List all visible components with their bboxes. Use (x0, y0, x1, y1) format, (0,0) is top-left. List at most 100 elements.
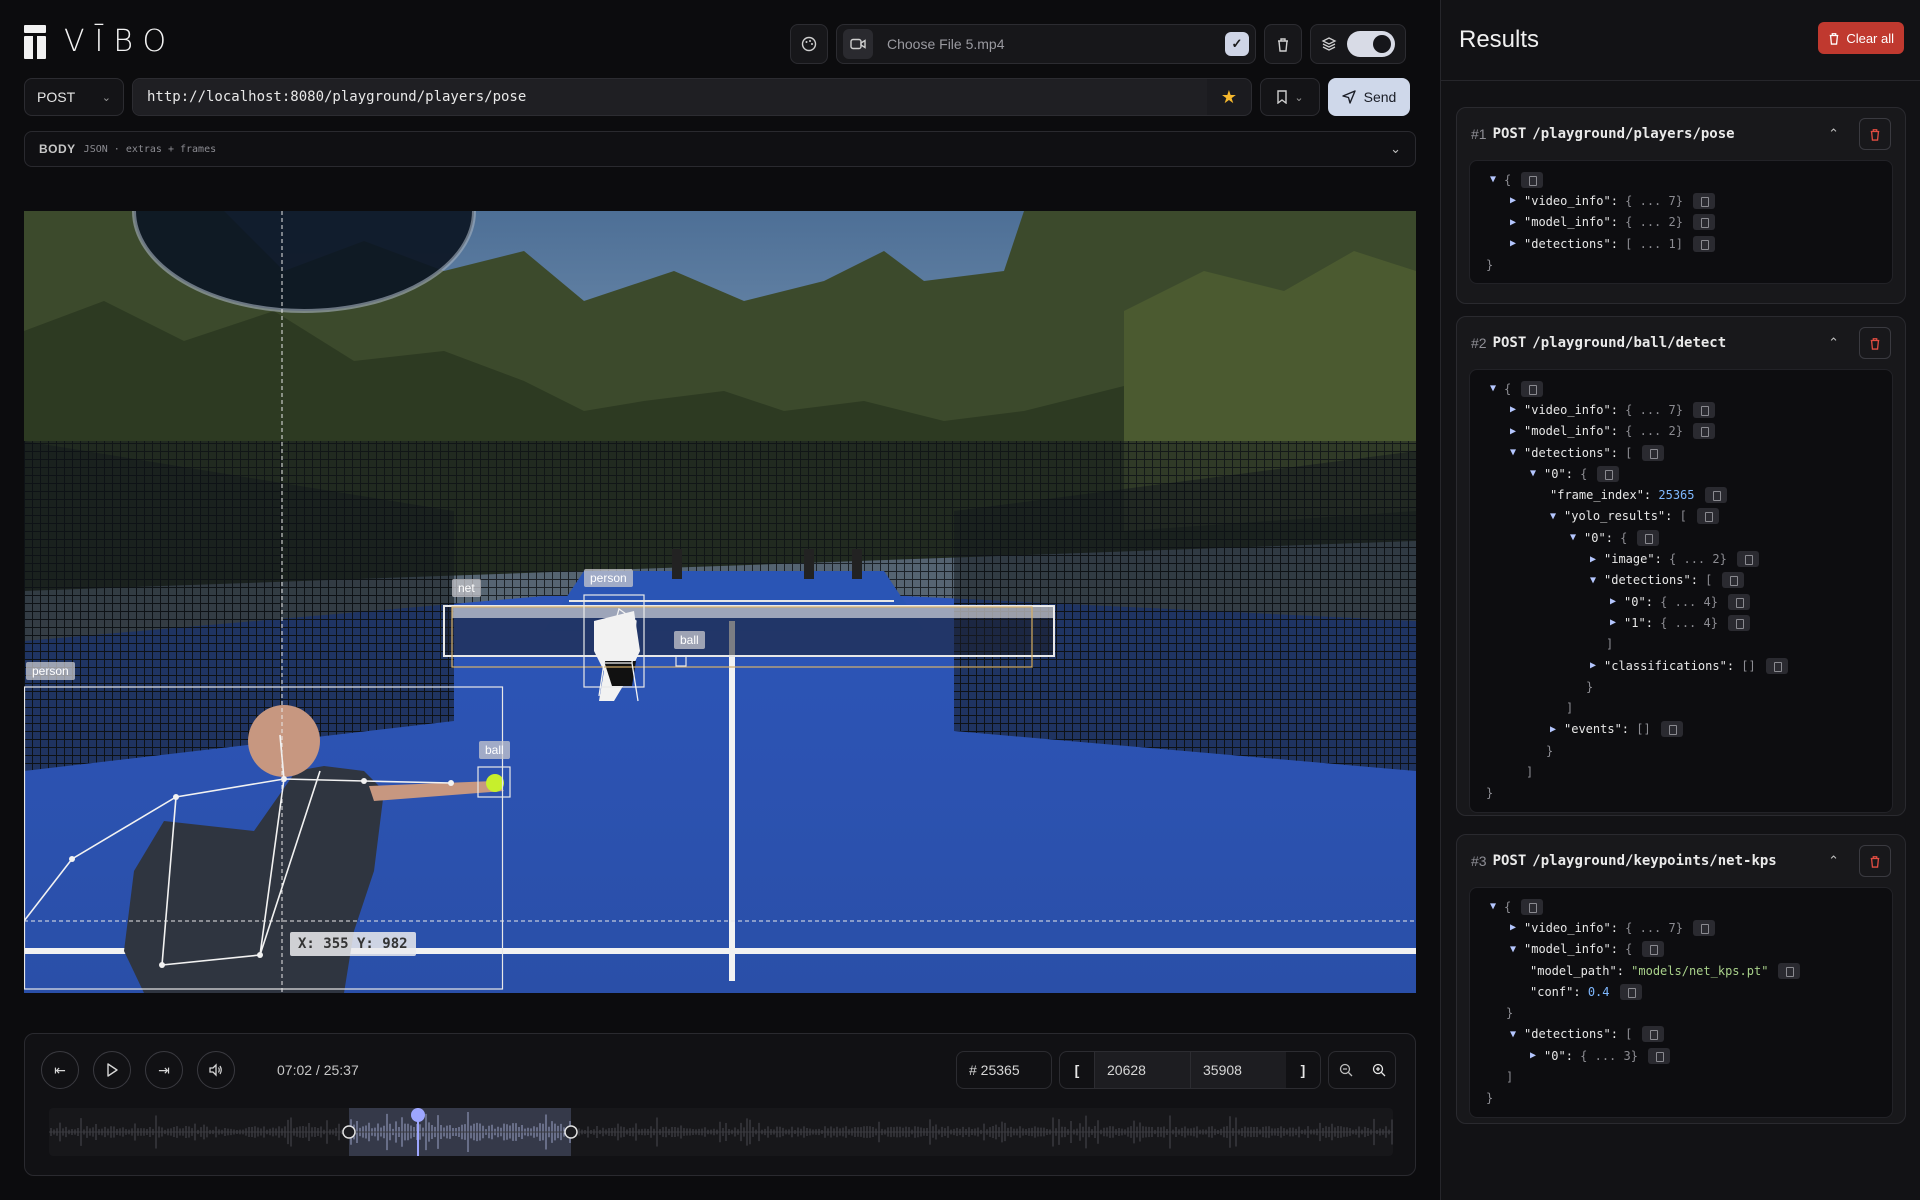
send-icon (1341, 90, 1356, 104)
delete-result-button[interactable] (1859, 327, 1891, 359)
file-picker[interactable]: Choose File 5.mp4 ✓ (836, 24, 1256, 64)
layers-icon (1321, 37, 1337, 51)
timeline-waveform[interactable] (49, 1108, 1393, 1156)
result-card-1: #1 POST /playground/players/pose ⌃ ▼{ ▶ "… (1456, 107, 1906, 304)
detection-label-ball-near: ball (479, 741, 510, 759)
body-subtitle: JSON · extras + frames (83, 143, 217, 155)
result-path: /playground/keypoints/net-kps (1532, 853, 1777, 869)
delete-file-button[interactable] (1264, 24, 1302, 64)
results-panel: Results Clear all #1 POST /playground/pl… (1440, 0, 1920, 1200)
copy-icon[interactable] (1642, 941, 1665, 958)
json-tree: ▼{ ▶ "video_info": { ... 7} ▶ "model_info"… (1469, 160, 1893, 285)
main-pane: VĪBO Choose File 5.mp4 ✓ POST ⌄ http://l… (0, 0, 1440, 1200)
star-icon[interactable]: ★ (1207, 87, 1251, 108)
overlay-toggle[interactable] (1347, 31, 1395, 57)
result-card-3: #3 POST /playground/keypoints/net-kps ⌃ … (1456, 834, 1906, 1124)
copy-icon[interactable] (1637, 529, 1660, 546)
trash-icon (1870, 855, 1880, 868)
method-select[interactable]: POST ⌄ (24, 78, 124, 116)
copy-icon[interactable] (1619, 983, 1642, 1000)
frame-range: [ 20628 35908 ] (1059, 1051, 1321, 1089)
copy-icon[interactable] (1647, 1047, 1670, 1064)
chevron-down-icon: ⌄ (1390, 141, 1401, 156)
chevron-up-icon[interactable]: ⌃ (1828, 126, 1839, 142)
method-value: POST (37, 89, 76, 105)
result-path: /playground/ball/detect (1532, 335, 1727, 351)
send-button[interactable]: Send (1328, 78, 1410, 116)
palette-button[interactable] (790, 24, 828, 64)
delete-result-button[interactable] (1859, 845, 1891, 877)
video-camera-icon (843, 29, 873, 59)
copy-icon[interactable] (1642, 1026, 1665, 1043)
zoom-out-icon[interactable] (1339, 1063, 1353, 1077)
frame-number-input[interactable]: # 25365 (956, 1051, 1052, 1089)
video-canvas[interactable]: person ball net person ball X: 355 Y: 98… (24, 211, 1416, 993)
send-label: Send (1363, 89, 1397, 105)
copy-icon[interactable] (1722, 572, 1745, 589)
step-forward-icon: ⇥ (158, 1061, 170, 1078)
result-method: POST (1492, 126, 1527, 142)
result-number: #2 (1471, 335, 1487, 351)
step-back-icon: ⇤ (54, 1061, 66, 1078)
play-button[interactable] (93, 1051, 131, 1089)
chevron-up-icon[interactable]: ⌃ (1828, 335, 1839, 351)
copy-icon[interactable] (1736, 551, 1759, 568)
range-open-bracket-button[interactable]: [ (1060, 1062, 1094, 1078)
copy-icon[interactable] (1692, 423, 1715, 440)
delete-result-button[interactable] (1859, 118, 1891, 150)
result-card-header[interactable]: #1 POST /playground/players/pose ⌃ (1457, 108, 1905, 160)
range-start-input[interactable]: 20628 (1094, 1052, 1190, 1088)
copy-icon[interactable] (1692, 401, 1715, 418)
zoom-controls (1328, 1051, 1396, 1089)
copy-icon[interactable] (1765, 657, 1788, 674)
copy-icon[interactable] (1778, 962, 1801, 979)
copy-icon[interactable] (1692, 192, 1715, 209)
copy-icon[interactable] (1521, 171, 1544, 188)
copy-icon[interactable] (1692, 919, 1715, 936)
body-section-toggle[interactable]: BODY JSON · extras + frames ⌄ (24, 131, 1416, 167)
copy-icon[interactable] (1704, 487, 1727, 504)
chevron-down-icon: ⌄ (101, 91, 111, 104)
trash-icon (1830, 32, 1839, 45)
copy-icon[interactable] (1597, 465, 1620, 482)
step-back-button[interactable]: ⇤ (41, 1051, 79, 1089)
detection-label-net: net (452, 579, 481, 597)
copy-icon[interactable] (1521, 380, 1544, 397)
url-value: http://localhost:8080/playground/players… (133, 79, 1207, 115)
copy-icon[interactable] (1642, 444, 1665, 461)
copy-icon[interactable] (1727, 614, 1750, 631)
range-end-input[interactable]: 35908 (1190, 1052, 1286, 1088)
result-card-header[interactable]: #2 POST /playground/ball/detect ⌃ (1457, 317, 1905, 369)
bookmark-button[interactable]: ⌄ (1260, 78, 1320, 116)
step-forward-button[interactable]: ⇥ (145, 1051, 183, 1089)
json-tree: ▼{ ▶ "video_info": { ... 7} ▶ "model_info"… (1469, 369, 1893, 813)
copy-icon[interactable] (1696, 508, 1719, 525)
copy-icon[interactable] (1660, 721, 1683, 738)
range-close-bracket-button[interactable]: ] (1286, 1062, 1320, 1078)
result-path: /playground/players/pose (1532, 126, 1735, 142)
results-title: Results (1459, 26, 1540, 53)
result-card-header[interactable]: #3 POST /playground/keypoints/net-kps ⌃ (1457, 835, 1905, 887)
check-icon[interactable]: ✓ (1225, 32, 1249, 56)
cursor-coordinates: X: 355 Y: 982 (290, 932, 416, 956)
json-tree: ▼{ ▶ "video_info": { ... 7} ▼ "model_info"… (1469, 887, 1893, 1118)
waveform-graphic (49, 1108, 1393, 1156)
clear-all-button[interactable]: Clear all (1818, 22, 1904, 54)
chevron-down-icon: ⌄ (1294, 91, 1304, 104)
logo-mark-icon (24, 24, 46, 59)
top-toolbar: Choose File 5.mp4 ✓ (790, 24, 1406, 64)
detection-label-person-near: person (26, 662, 75, 680)
copy-icon[interactable] (1692, 235, 1715, 252)
volume-button[interactable] (197, 1051, 235, 1089)
bookmark-icon (1277, 90, 1288, 104)
zoom-in-icon[interactable] (1372, 1063, 1386, 1077)
chevron-up-icon[interactable]: ⌃ (1828, 853, 1839, 869)
request-bar: POST ⌄ http://localhost:8080/playground/… (24, 78, 1410, 116)
url-input[interactable]: http://localhost:8080/playground/players… (132, 78, 1252, 116)
copy-icon[interactable] (1521, 898, 1544, 915)
body-label: BODY (39, 142, 76, 156)
copy-icon[interactable] (1727, 593, 1750, 610)
clear-all-label: Clear all (1846, 30, 1894, 46)
copy-icon[interactable] (1692, 214, 1715, 231)
detection-label-person-far: person (584, 569, 633, 587)
